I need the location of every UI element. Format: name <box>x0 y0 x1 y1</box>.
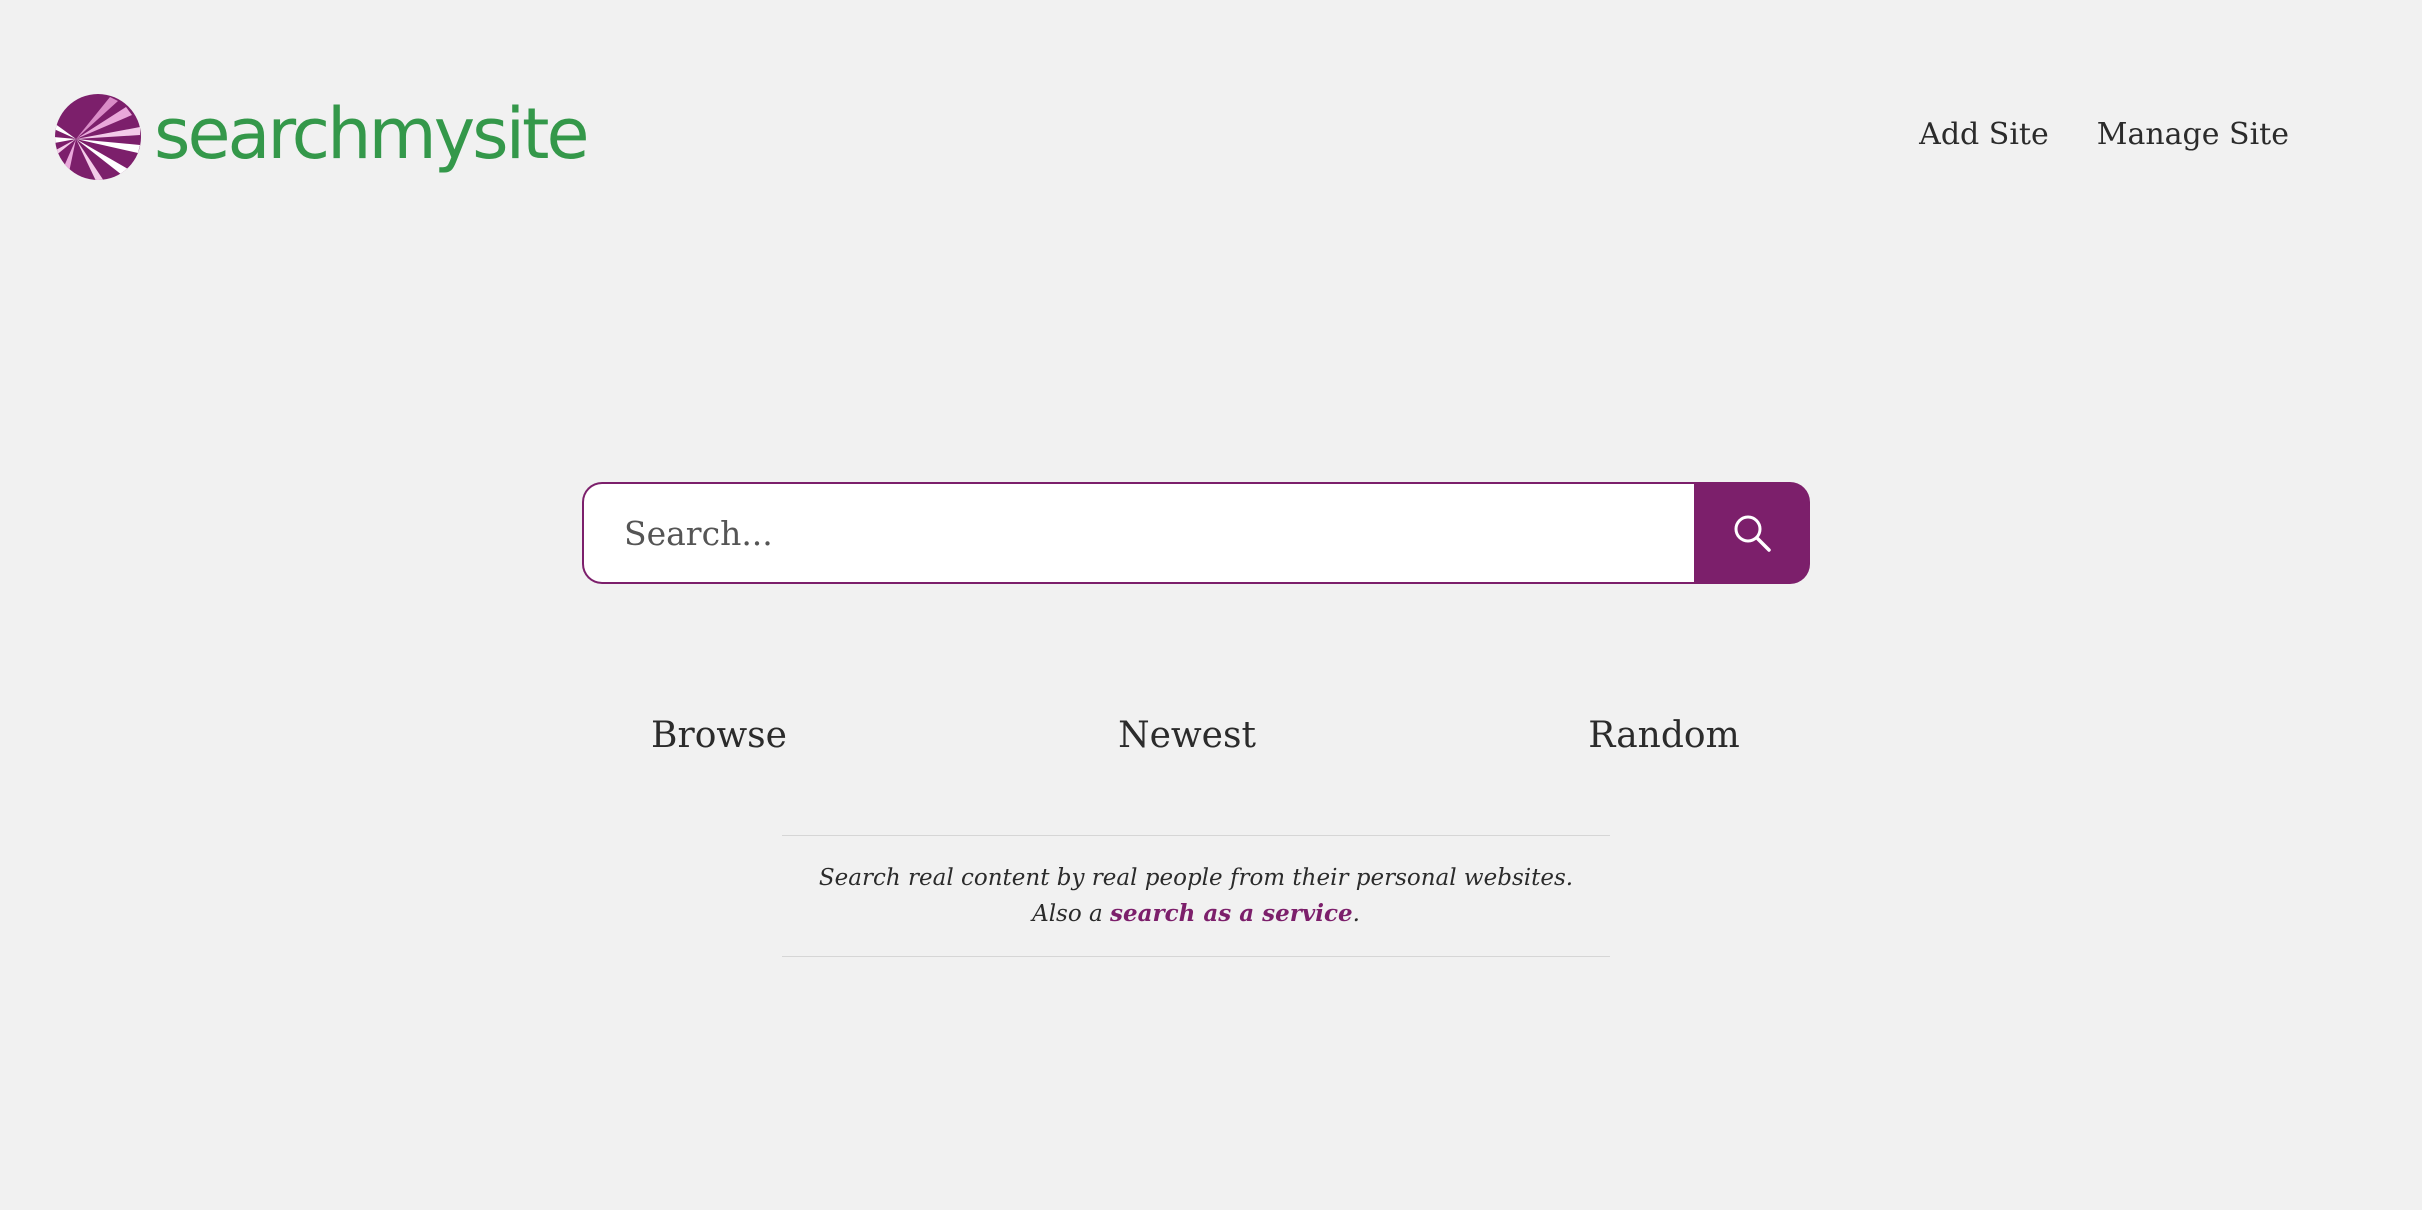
search-form <box>582 482 1810 584</box>
nav-manage-site-link[interactable]: Manage Site <box>2097 112 2289 158</box>
newest-link[interactable]: Newest <box>1118 706 1256 766</box>
search-input[interactable] <box>582 482 1694 584</box>
random-link[interactable]: Random <box>1588 706 1739 766</box>
top-navigation: Add Site Manage Site <box>1919 112 2289 158</box>
tagline-text: Search real content by real people from … <box>800 860 1592 932</box>
browse-link[interactable]: Browse <box>651 706 787 766</box>
section-links: Browse Newest Random <box>0 706 2422 766</box>
search-button[interactable] <box>1694 482 1810 584</box>
search-as-a-service-link[interactable]: search as a service <box>1110 900 1353 927</box>
tagline: Search real content by real people from … <box>782 835 1610 957</box>
logo-icon <box>55 94 141 180</box>
brand-name: searchmysite <box>154 93 590 175</box>
home-logo-link[interactable]: searchmysite <box>54 92 590 182</box>
tagline-suffix: . <box>1352 901 1360 927</box>
nav-add-site-link[interactable]: Add Site <box>1919 112 2049 158</box>
search-icon <box>1734 515 1771 552</box>
